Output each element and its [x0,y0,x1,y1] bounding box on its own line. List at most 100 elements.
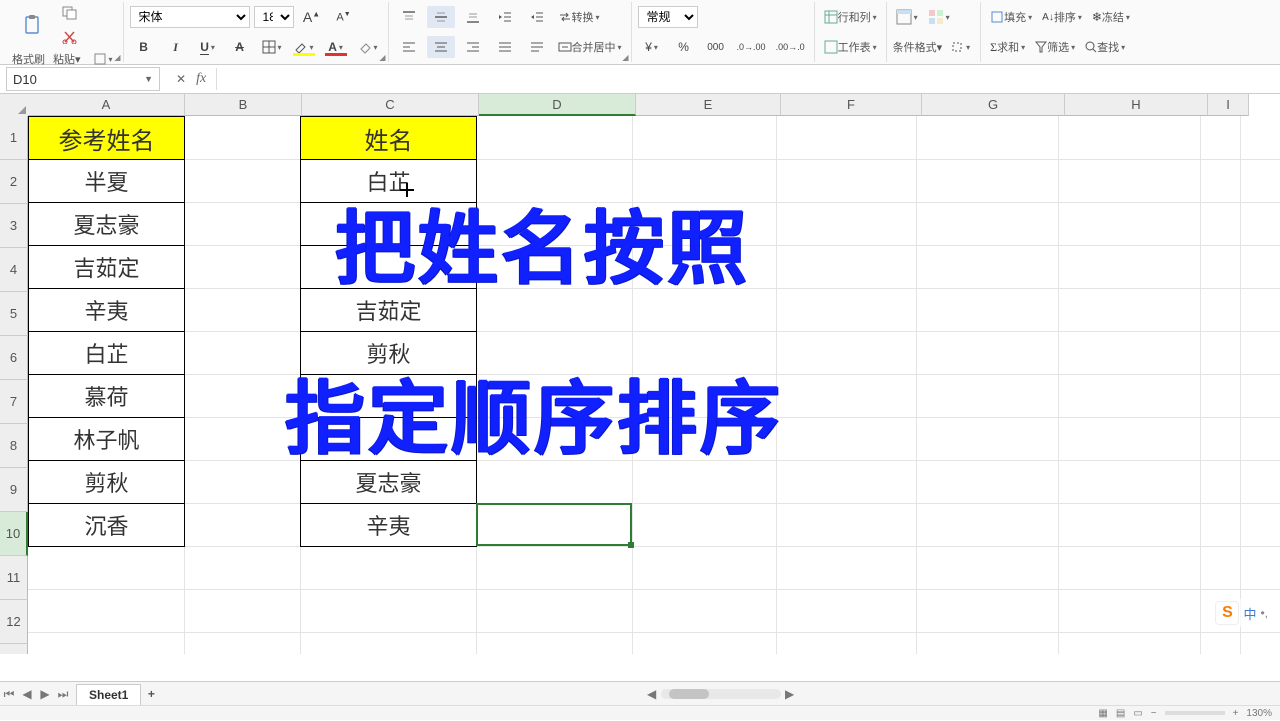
cell-C2[interactable]: 白芷 [300,159,477,203]
copy-button[interactable] [56,2,84,24]
cell-A4[interactable]: 吉茹定 [28,245,185,289]
paste-label[interactable]: 粘贴▾ [53,51,81,67]
name-box[interactable]: D10 ▼ [6,67,160,91]
clipboard-launcher-icon[interactable]: ◢ [114,53,120,62]
distribute-button[interactable] [523,36,551,58]
fill-button[interactable]: 填充▾ [987,6,1035,28]
cell-A10[interactable]: 沉香 [28,503,185,547]
border-button[interactable]: ▾ [258,36,286,58]
cell-style-button[interactable]: ▾ [925,6,953,28]
add-sheet-button[interactable]: + [141,687,161,701]
align-center-button[interactable] [427,36,455,58]
clear-format-button[interactable]: ▾ [354,36,382,58]
zoom-out-button[interactable]: − [1151,708,1157,719]
comma-button[interactable]: 000 [702,36,730,58]
clipboard-more-button[interactable]: ▾ [89,48,117,70]
bold-button[interactable]: B [130,36,158,58]
sheet-nav-last[interactable]: ⏭ [54,687,72,702]
zoom-in-button[interactable]: + [1233,708,1239,719]
column-header-F[interactable]: F [781,94,922,116]
view-normal-icon[interactable]: ▦ [1098,708,1107,719]
percent-button[interactable]: % [670,36,698,58]
cut-button[interactable] [56,26,84,48]
decrease-font-button[interactable]: A▼ [330,6,358,28]
cell-A1[interactable]: 参考姓名 [28,116,185,160]
line-col-button[interactable]: 行和列▾ [821,6,880,28]
column-header-A[interactable]: A [28,94,185,116]
increase-decimal-button[interactable]: .0→.00 [734,36,769,58]
sheet-nav-next[interactable]: ▶ [36,687,54,701]
row-header-10[interactable]: 10 [0,512,28,556]
format-painter-label[interactable]: 格式刷 [12,51,45,67]
font-size-select[interactable]: 18 [254,6,294,28]
hscroll-thumb[interactable] [669,689,709,699]
row-header-3[interactable]: 3 [0,204,28,248]
strike-button[interactable]: A [226,36,254,58]
align-middle-button[interactable] [427,6,455,28]
align-launcher-icon[interactable]: ◢ [622,53,628,62]
sheet-nav-first[interactable]: ⏮ [0,687,18,702]
align-top-button[interactable] [395,6,423,28]
italic-button[interactable]: I [162,36,190,58]
font-color-button[interactable]: A ▾ [322,36,350,58]
cell-A2[interactable]: 半夏 [28,159,185,203]
justify-button[interactable] [491,36,519,58]
cell-A6[interactable]: 白芷 [28,331,185,375]
align-left-button[interactable] [395,36,423,58]
cond-fmt-button[interactable]: 条件格式▾ [893,39,943,55]
cell-A8[interactable]: 林子帆 [28,417,185,461]
cell-C5[interactable]: 吉茹定 [300,288,477,332]
align-right-button[interactable] [459,36,487,58]
increase-indent-button[interactable] [523,6,551,28]
select-all-corner[interactable] [0,94,29,117]
zoom-slider[interactable] [1165,711,1225,715]
cell-C10[interactable]: 辛夷 [300,503,477,547]
underline-button[interactable]: U▾ [194,36,222,58]
decrease-decimal-button[interactable]: .00→.0 [773,36,808,58]
font-launcher-icon[interactable]: ◢ [379,53,385,62]
column-header-E[interactable]: E [636,94,781,116]
row-header-11[interactable]: 11 [0,556,28,600]
increase-font-button[interactable]: A▲ [298,6,326,28]
crop-button[interactable]: ▾ [946,36,974,58]
row-header-1[interactable]: 1 [0,116,28,160]
filter-button[interactable]: 筛选▾ [1032,36,1078,58]
align-bottom-button[interactable] [459,6,487,28]
spreadsheet-grid[interactable]: ABCDEFGHI 12345678910111213 参考姓名半夏夏志豪吉茹定… [0,94,1280,654]
cell-A7[interactable]: 慕荷 [28,374,185,418]
cell-C6[interactable]: 剪秋 [300,331,477,375]
row-header-13[interactable]: 13 [0,644,28,654]
cell-A5[interactable]: 辛夷 [28,288,185,332]
worksheet-button[interactable]: 工作表▾ [821,36,880,58]
currency-button[interactable]: ¥▾ [638,36,666,58]
merge-button[interactable]: 合并居中▾ [555,36,625,58]
number-format-select[interactable]: 常规 [638,6,698,28]
sheet-nav-prev[interactable]: ◀ [18,687,36,701]
row-header-5[interactable]: 5 [0,292,28,336]
row-header-8[interactable]: 8 [0,424,28,468]
fx-icon[interactable]: fx [196,71,206,87]
convert-button[interactable]: 转换▾ [555,6,603,28]
sum-button[interactable]: Σ 求和▾ [987,36,1028,58]
formula-input[interactable] [216,68,1280,90]
cancel-formula-icon[interactable]: ✕ [176,72,186,86]
cell-A3[interactable]: 夏志豪 [28,202,185,246]
cell-C1[interactable]: 姓名 [300,116,477,160]
decrease-indent-button[interactable] [491,6,519,28]
row-header-7[interactable]: 7 [0,380,28,424]
column-header-B[interactable]: B [185,94,302,116]
paste-button[interactable] [12,3,52,47]
sheet-tab-1[interactable]: Sheet1 [76,684,141,705]
row-header-4[interactable]: 4 [0,248,28,292]
view-break-icon[interactable]: ▭ [1133,708,1142,719]
row-header-9[interactable]: 9 [0,468,28,512]
column-header-I[interactable]: I [1208,94,1249,116]
cell-A9[interactable]: 剪秋 [28,460,185,504]
cell-C9[interactable]: 夏志豪 [300,460,477,504]
column-header-C[interactable]: C [302,94,479,116]
horizontal-scrollbar[interactable]: ◀ ▶ [161,687,1280,701]
row-header-12[interactable]: 12 [0,600,28,644]
font-name-select[interactable]: 宋体 [130,6,250,28]
table-style-button[interactable]: ▾ [893,6,921,28]
column-header-D[interactable]: D [479,94,636,116]
